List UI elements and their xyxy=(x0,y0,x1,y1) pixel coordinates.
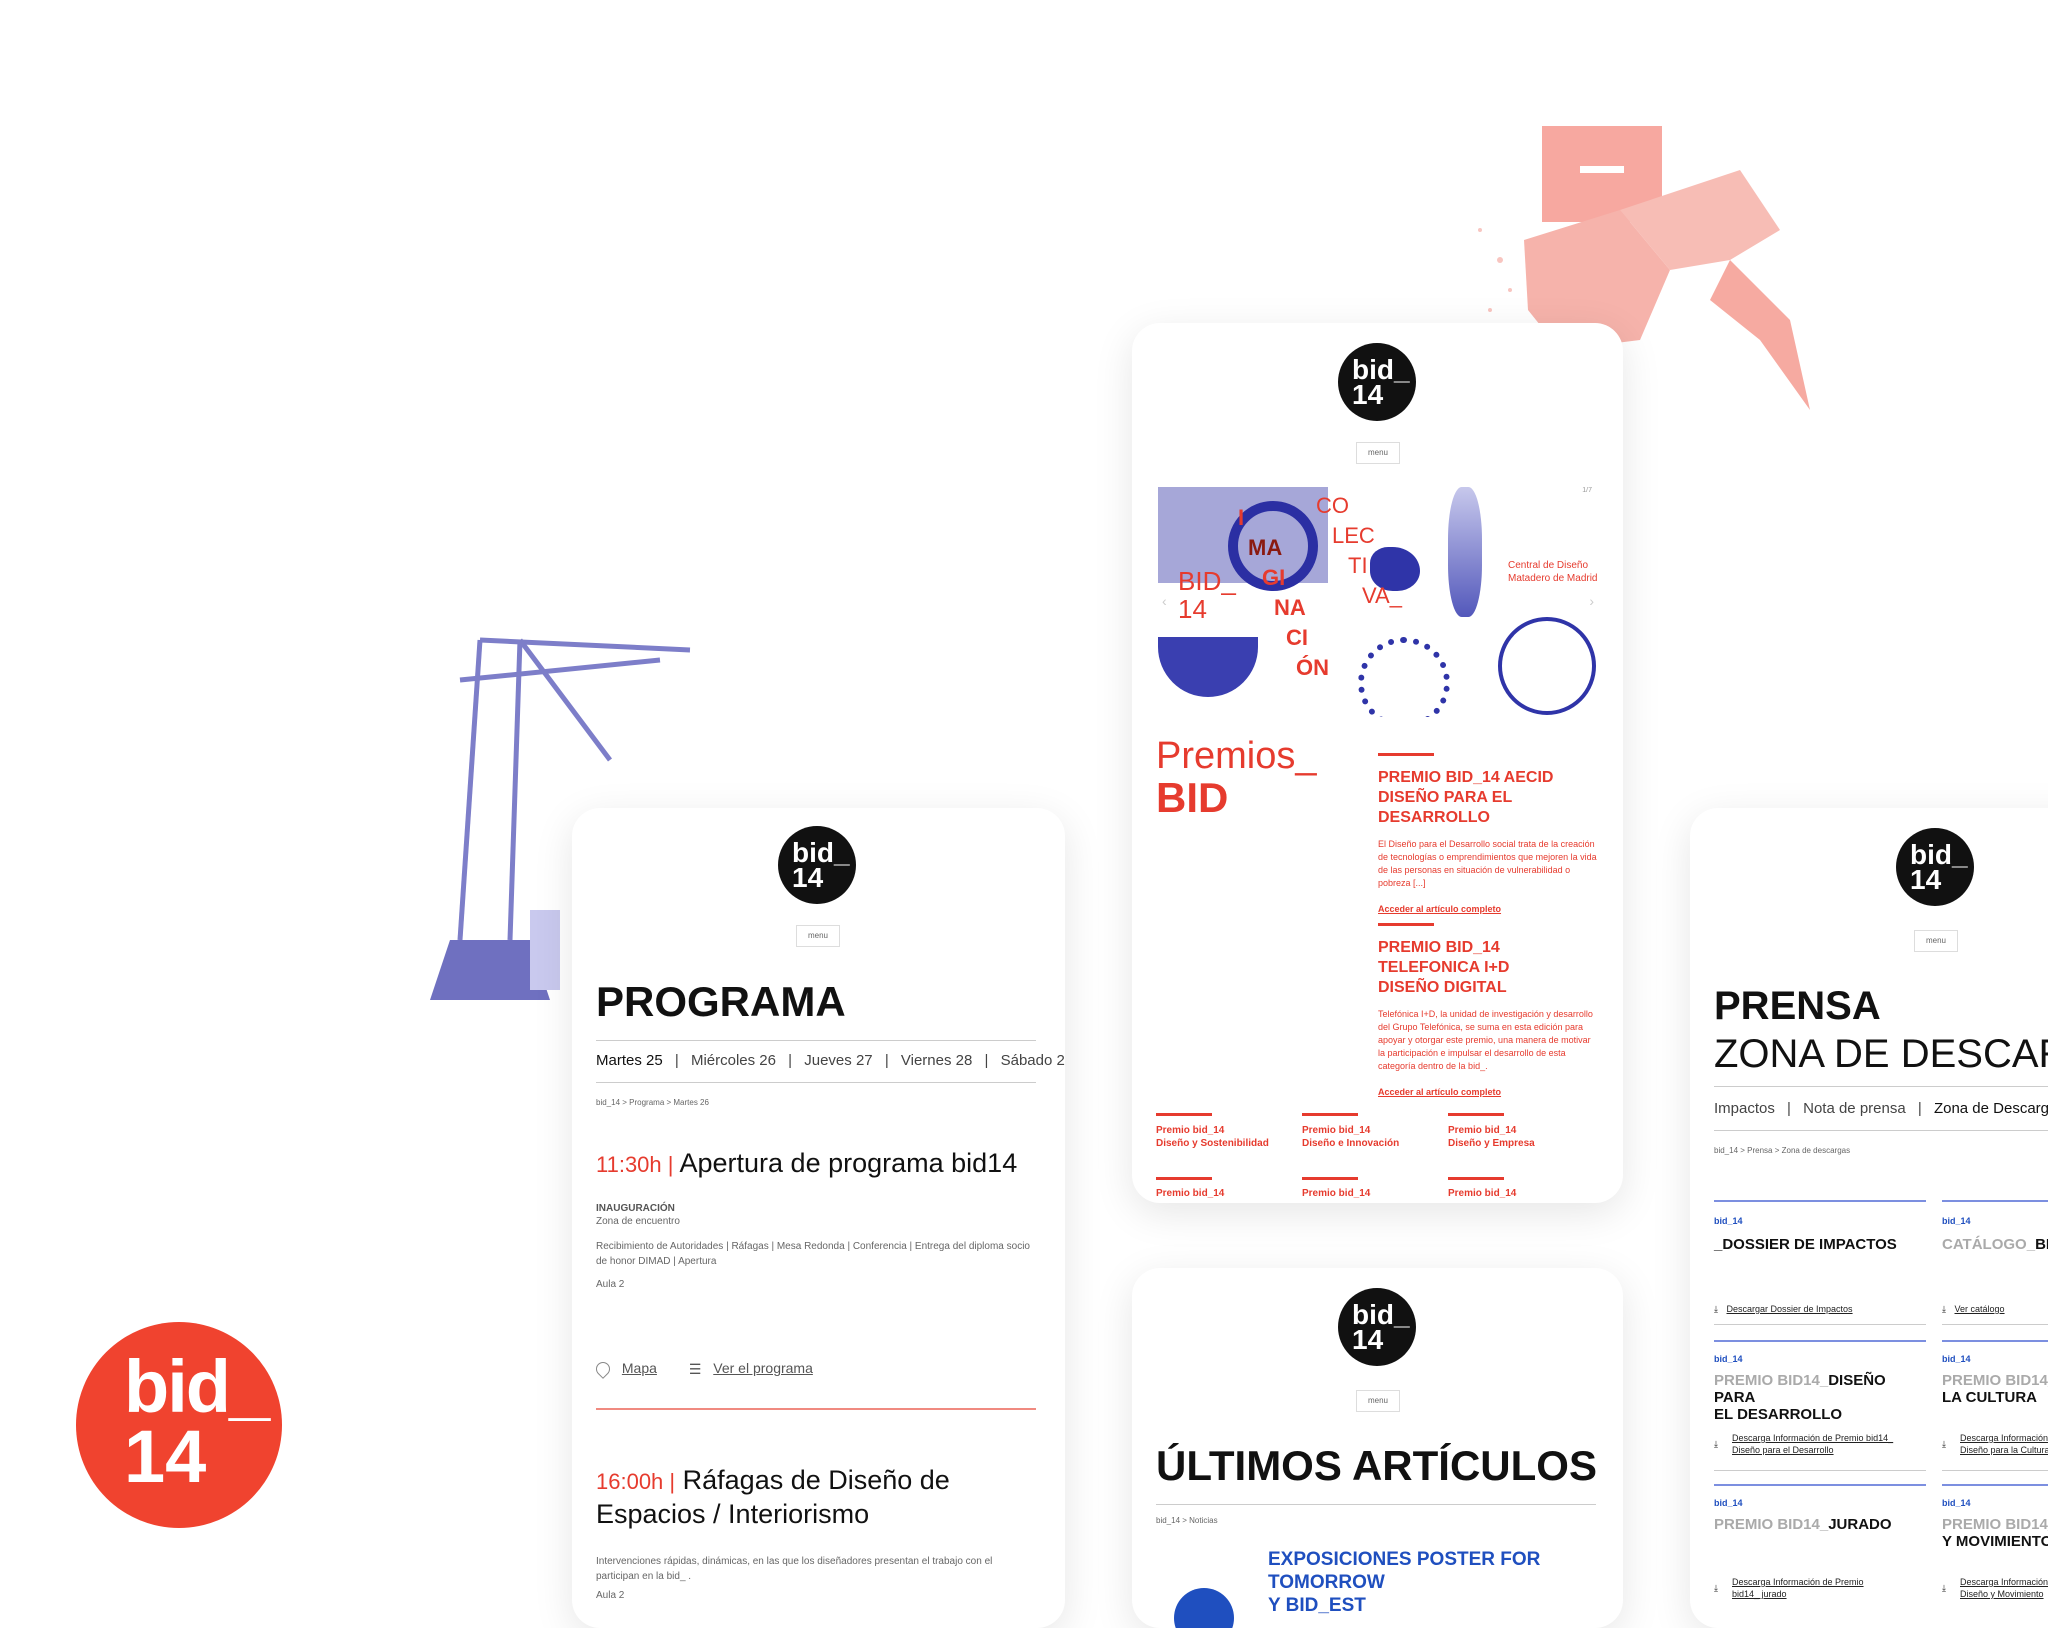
logo-line1: bid_ xyxy=(124,1345,270,1428)
phone-prensa: bid_ 14 menu PRENSA ZONA DE DESCARGAS Im… xyxy=(1690,808,2048,1628)
download-icon: ⤓ xyxy=(1714,1304,1718,1314)
phone-premios: bid_ 14 menu I MA GI NA CI ÓN CO LEC TI … xyxy=(1132,323,1623,1203)
event-description: Recibimiento de Autoridades | Ráfagas | … xyxy=(596,1241,1030,1267)
tab-sabado[interactable]: Sábado 29 xyxy=(1001,1052,1065,1069)
menu-button[interactable]: menu xyxy=(796,925,840,947)
page-title: PRENSA xyxy=(1714,984,1881,1028)
page-title: PROGRAMA xyxy=(596,978,846,1025)
download-icon: ⤓ xyxy=(1942,1583,1946,1593)
page-title: ÚLTIMOS ARTÍCULOS xyxy=(1156,1442,1597,1489)
bid14-logo[interactable]: bid_ 14 xyxy=(1896,828,1974,906)
award-link[interactable]: Acceder al artículo completo xyxy=(1378,1087,1598,1097)
hero-shape-5 xyxy=(1498,617,1596,715)
article-thumbnail[interactable] xyxy=(1174,1588,1234,1628)
award-title[interactable]: PREMIO BID_14 TELEFONICA I+D DISEÑO DIGI… xyxy=(1378,938,1598,998)
event-title[interactable]: Apertura de programa bid14 xyxy=(680,1148,1018,1178)
download-link[interactable]: ⤓ Descarga Información Diseño y Movimien… xyxy=(1942,1576,2048,1600)
download-card: bid_14 PREMIO BID14_DIY MOVIMIENTOS S ⤓ … xyxy=(1942,1484,2048,1624)
list-icon: ☰ xyxy=(688,1360,702,1377)
tab-martes[interactable]: Martes 25 xyxy=(596,1052,663,1069)
tab-viernes[interactable]: Viernes 28 xyxy=(901,1052,972,1069)
day-tabs: Martes 25 | Miércoles 26 | Jueves 27 | V… xyxy=(596,1052,1065,1069)
grid-item[interactable]: Premio bid_14 xyxy=(1448,1177,1588,1199)
tab-nota-prensa[interactable]: Nota de prensa xyxy=(1803,1100,1906,1117)
download-card: bid_14 _DOSSIER DE IMPACTOS ⤓ Descargar … xyxy=(1714,1200,1926,1330)
event-title-cont[interactable]: Espacios / Interiorismo xyxy=(596,1499,869,1529)
bid14-logo[interactable]: bid_ 14 xyxy=(778,826,856,904)
award-link[interactable]: Acceder al artículo completo xyxy=(1378,904,1598,914)
bid14-logo[interactable]: bid_ 14 xyxy=(1338,1288,1416,1366)
phone-articulos: bid_ 14 menu ÚLTIMOS ARTÍCULOS bid_14 > … xyxy=(1132,1268,1623,1628)
event-location: Zona de encuentro xyxy=(596,1216,680,1227)
award-body: El Diseño para el Desarrollo social trat… xyxy=(1378,839,1597,888)
bid14-logo-large: bid_ 14 xyxy=(76,1322,282,1528)
logo-line2: 14 xyxy=(124,1415,207,1498)
hero-shape-4 xyxy=(1358,637,1450,717)
download-icon: ⤓ xyxy=(1714,1439,1718,1449)
download-icon: ⤓ xyxy=(1942,1439,1946,1449)
menu-button[interactable]: menu xyxy=(1914,930,1958,952)
slide-counter: 1/7 xyxy=(1582,487,1592,494)
event-description: Intervenciones rápidas, dinámicas, en la… xyxy=(596,1555,993,1582)
chevron-left-icon[interactable]: ‹ xyxy=(1162,593,1167,609)
event-actions: Mapa ☰ Ver el programa xyxy=(593,1359,813,1380)
tab-miercoles[interactable]: Miércoles 26 xyxy=(691,1052,776,1069)
grid-item[interactable]: Premio bid_14 Diseño y Empresa xyxy=(1448,1113,1588,1150)
tab-jueves[interactable]: Jueves 27 xyxy=(804,1052,872,1069)
map-link[interactable]: Mapa xyxy=(622,1360,657,1376)
award-1: PREMIO BID_14 AECID DISEÑO PARA EL DESAR… xyxy=(1378,753,1598,914)
download-card: bid_14 CATÁLOGO_BID_14 ⤓ Ver catálogo xyxy=(1942,1200,2048,1330)
download-link[interactable]: ⤓ Descargar Dossier de Impactos xyxy=(1714,1304,1853,1315)
breadcrumb[interactable]: bid_14 > Prensa > Zona de descargas xyxy=(1714,1146,1850,1155)
hero-carousel[interactable]: I MA GI NA CI ÓN CO LEC TI VA_ BID_ 14 C… xyxy=(1158,487,1598,717)
article-headline[interactable]: EXPOSICIONES POSTER FOR TOMORROW Y BID_E… xyxy=(1268,1548,1608,1617)
tab-zona-descargas[interactable]: Zona de Descargas xyxy=(1934,1100,2048,1117)
program-link[interactable]: Ver el programa xyxy=(713,1360,813,1376)
event-2: 16:00h | Ráfagas de Diseño de Espacios /… xyxy=(596,1464,1036,1601)
bid14-logo[interactable]: bid_ 14 xyxy=(1338,343,1416,421)
phone-programa: bid_ 14 menu PROGRAMA Martes 25 | Miérco… xyxy=(572,808,1065,1628)
download-card: bid_14 PREMIO BID14_JURADO ⤓ Descarga In… xyxy=(1714,1484,1926,1624)
event-time: 16:00h | xyxy=(596,1469,676,1494)
award-title[interactable]: PREMIO BID_14 AECID DISEÑO PARA EL DESAR… xyxy=(1378,768,1598,828)
grid-item[interactable]: Premio bid_14 xyxy=(1302,1177,1442,1199)
download-link[interactable]: ⤓ Descarga Información de Premio bid14_ … xyxy=(1714,1432,1893,1456)
award-2: PREMIO BID_14 TELEFONICA I+D DISEÑO DIGI… xyxy=(1378,923,1598,1097)
event-title[interactable]: Ráfagas de Diseño de xyxy=(683,1465,950,1495)
download-card: bid_14 PREMIO BID14_DILA CULTURA ⤓ Desca… xyxy=(1942,1340,2048,1476)
section-title: Premios_ BID xyxy=(1156,735,1317,821)
breadcrumb[interactable]: bid_14 > Noticias xyxy=(1156,1516,1218,1525)
prensa-tabs: Impactos | Nota de prensa | Zona de Desc… xyxy=(1714,1100,2048,1117)
event-1: 11:30h | Apertura de programa bid14 INAU… xyxy=(596,1148,1036,1290)
grid-item[interactable]: Premio bid_14 Diseño y Sostenibilidad xyxy=(1156,1113,1296,1150)
hero-shape-3 xyxy=(1448,487,1482,617)
grid-item[interactable]: Premio bid_14 xyxy=(1156,1177,1296,1199)
award-body: Telefónica I+D, la unidad de investigaci… xyxy=(1378,1009,1593,1071)
download-link[interactable]: ⤓ Ver catálogo xyxy=(1942,1304,2005,1315)
page-subtitle: ZONA DE DESCARGAS xyxy=(1714,1032,2048,1076)
menu-button[interactable]: menu xyxy=(1356,1390,1400,1412)
event-category: INAUGURACIÓN xyxy=(596,1203,675,1214)
location-pin-icon xyxy=(593,1359,613,1380)
download-card: bid_14 PREMIO BID14_DISEÑO PARA EL DESARR… xyxy=(1714,1340,1926,1476)
tab-impactos[interactable]: Impactos xyxy=(1714,1100,1775,1117)
event-room: Aula 2 xyxy=(596,1279,625,1290)
breadcrumb[interactable]: bid_14 > Programa > Martes 26 xyxy=(596,1098,709,1107)
menu-button[interactable]: menu xyxy=(1356,442,1400,464)
grid-item[interactable]: Premio bid_14 Diseño e Innovación xyxy=(1302,1113,1442,1150)
event-room: Aula 2 xyxy=(596,1589,625,1601)
chevron-right-icon[interactable]: › xyxy=(1589,593,1594,609)
download-icon: ⤓ xyxy=(1942,1304,1946,1314)
event-time: 11:30h | xyxy=(596,1152,674,1177)
download-link[interactable]: ⤓ Descarga Información Diseño para la Cu… xyxy=(1942,1432,2048,1456)
download-link[interactable]: ⤓ Descarga Información de Premio bid14_ … xyxy=(1714,1576,1864,1600)
download-icon: ⤓ xyxy=(1714,1583,1718,1593)
